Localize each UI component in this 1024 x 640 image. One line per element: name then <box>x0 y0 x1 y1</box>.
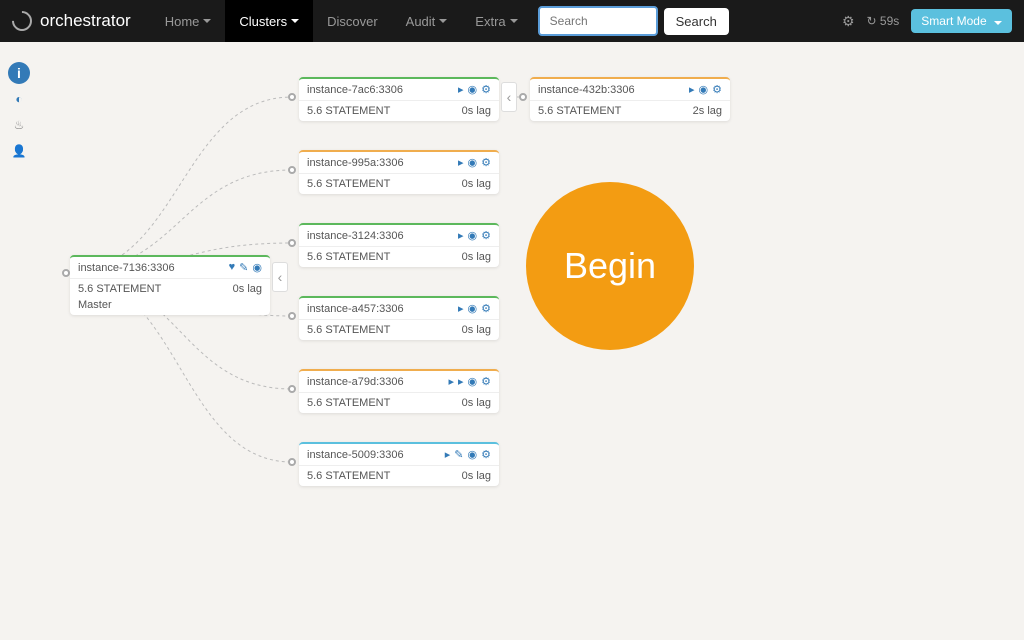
play-icon[interactable]: ▸ <box>448 375 454 388</box>
begin-button[interactable]: Begin <box>526 182 694 350</box>
replica-node[interactable]: instance-5009:3306 ▸✎ ◉⚙ 5.6 STATEMENT 0s la… <box>299 442 499 486</box>
globe-icon[interactable]: ◉ <box>468 83 478 96</box>
navbar: orchestrator HomeClustersDiscoverAuditEx… <box>0 0 1024 42</box>
node-connector-dot <box>288 385 296 393</box>
brand-text: orchestrator <box>40 11 131 31</box>
node-connector-dot <box>288 93 296 101</box>
play-icon[interactable]: ▸ <box>458 375 464 388</box>
node-lag: 0s lag <box>462 397 491 409</box>
nav-item-clusters[interactable]: Clusters <box>225 0 313 42</box>
node-lag: 0s lag <box>462 178 491 190</box>
node-version: 5.6 STATEMENT <box>307 397 390 409</box>
play-icon[interactable]: ▸ <box>458 302 464 315</box>
nav-item-home[interactable]: Home <box>151 0 226 42</box>
node-connector-dot <box>288 458 296 466</box>
node-lag: 0s lag <box>462 470 491 482</box>
nav-item-audit[interactable]: Audit <box>392 0 462 42</box>
gear-icon[interactable]: ⚙ <box>481 302 491 315</box>
connections-svg <box>0 42 1024 640</box>
globe-icon[interactable]: ◉ <box>468 448 478 461</box>
caret-icon <box>994 21 1002 25</box>
gear-icon[interactable]: ⚙ <box>712 83 722 96</box>
nav-item-discover[interactable]: Discover <box>313 0 392 42</box>
gear-icon[interactable]: ⚙ <box>842 13 855 30</box>
replica-node[interactable]: instance-7ac6:3306 ▸ ◉⚙ 5.6 STATEMENT 0s lag <box>299 77 499 121</box>
node-version: 5.6 STATEMENT <box>307 324 390 336</box>
node-lag: 0s lag <box>462 324 491 336</box>
node-title: instance-7136:3306 <box>78 262 175 274</box>
gear-icon[interactable]: ⚙ <box>481 229 491 242</box>
node-connector-dot <box>288 312 296 320</box>
collapse-button[interactable]: ‹ <box>272 262 288 292</box>
pencil-icon[interactable]: ✎ <box>239 261 248 274</box>
replica-node[interactable]: instance-432b:3306 ▸ ◉ ⚙ 5.6 STATEMENT 2… <box>530 77 730 121</box>
globe-icon[interactable]: ◉ <box>468 375 478 388</box>
node-lag: 0s lag <box>233 283 262 295</box>
brand-logo-icon <box>8 7 36 35</box>
node-connector-dot <box>288 239 296 247</box>
smart-mode-button[interactable]: Smart Mode <box>911 9 1012 33</box>
globe-icon[interactable]: ◉ <box>468 302 478 315</box>
node-connector-dot <box>288 166 296 174</box>
globe-icon[interactable]: ◉ <box>468 229 478 242</box>
node-version: 5.6 STATEMENT <box>307 470 390 482</box>
gear-icon[interactable]: ⚙ <box>481 448 491 461</box>
play-icon[interactable]: ▸ <box>689 83 695 96</box>
nav-item-extra[interactable]: Extra <box>461 0 531 42</box>
caret-icon <box>510 19 518 23</box>
caret-icon <box>203 19 211 23</box>
gear-icon[interactable]: ⚙ <box>481 156 491 169</box>
replica-node[interactable]: instance-a457:3306 ▸ ◉⚙ 5.6 STATEMENT 0s lag <box>299 296 499 340</box>
node-title: instance-a79d:3306 <box>307 376 404 388</box>
heart-icon[interactable]: ♥ <box>229 261 236 274</box>
master-node[interactable]: instance-7136:3306 ♥ ✎ ◉ 5.6 STATEMENT 0… <box>70 255 270 315</box>
caret-icon <box>439 19 447 23</box>
pencil-icon[interactable]: ✎ <box>454 448 463 461</box>
brand[interactable]: orchestrator <box>12 11 131 31</box>
node-version: 5.6 STATEMENT <box>307 178 390 190</box>
globe-icon[interactable]: ◉ <box>468 156 478 169</box>
gear-icon[interactable]: ⚙ <box>481 83 491 96</box>
play-icon[interactable]: ▸ <box>458 83 464 96</box>
node-version: 5.6 STATEMENT <box>538 105 621 117</box>
node-role: Master <box>70 299 270 315</box>
globe-icon[interactable]: ◉ <box>252 261 262 274</box>
gear-icon[interactable]: ⚙ <box>481 375 491 388</box>
node-title: instance-432b:3306 <box>538 84 635 96</box>
node-title: instance-995a:3306 <box>307 157 404 169</box>
refresh-button[interactable]: ↻ 59s <box>867 14 900 28</box>
play-icon[interactable]: ▸ <box>458 229 464 242</box>
node-connector-dot <box>62 269 70 277</box>
search-button[interactable]: Search <box>664 8 729 35</box>
node-lag: 2s lag <box>693 105 722 117</box>
node-version: 5.6 STATEMENT <box>307 105 390 117</box>
replica-node[interactable]: instance-995a:3306 ▸ ◉⚙ 5.6 STATEMENT 0s lag <box>299 150 499 194</box>
collapse-button[interactable]: ‹ <box>501 82 517 112</box>
caret-icon <box>291 19 299 23</box>
node-title: instance-3124:3306 <box>307 230 404 242</box>
globe-icon[interactable]: ◉ <box>699 83 709 96</box>
node-title: instance-a457:3306 <box>307 303 404 315</box>
topology-canvas: instance-7136:3306 ♥ ✎ ◉ 5.6 STATEMENT 0… <box>0 42 1024 640</box>
play-icon[interactable]: ▸ <box>445 448 451 461</box>
node-title: instance-5009:3306 <box>307 449 404 461</box>
node-connector-dot <box>519 93 527 101</box>
node-version: 5.6 STATEMENT <box>78 283 161 295</box>
node-lag: 0s lag <box>462 105 491 117</box>
replica-node[interactable]: instance-3124:3306 ▸ ◉⚙ 5.6 STATEMENT 0s lag <box>299 223 499 267</box>
play-icon[interactable]: ▸ <box>458 156 464 169</box>
search-input[interactable] <box>538 6 658 36</box>
replica-node[interactable]: instance-a79d:3306 ▸ ▸ ◉⚙ 5.6 STATEMENT 0s la… <box>299 369 499 413</box>
node-version: 5.6 STATEMENT <box>307 251 390 263</box>
node-lag: 0s lag <box>462 251 491 263</box>
node-title: instance-7ac6:3306 <box>307 84 403 96</box>
